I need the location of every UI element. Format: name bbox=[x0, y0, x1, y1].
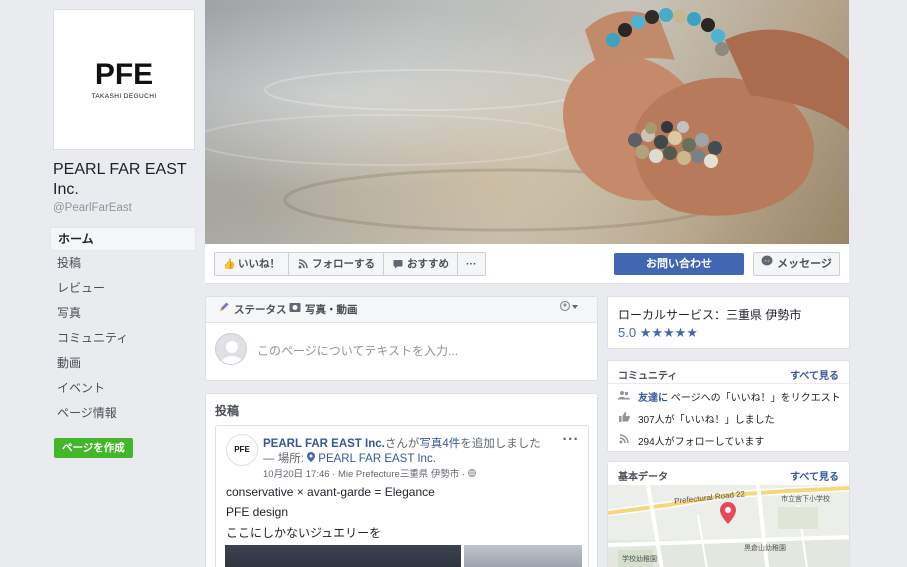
invite-friends-row: 友達に ページへの「いいね！」をリクエスト bbox=[618, 389, 841, 404]
follows-count[interactable]: 294人がフォローしています bbox=[638, 433, 764, 448]
posts-section-title: 投稿 bbox=[215, 404, 240, 418]
contact-us-button[interactable]: お問い合わせ bbox=[614, 253, 744, 275]
post-options-button[interactable]: ··· bbox=[562, 432, 579, 446]
post-card: PFE PEARL FAR EAST Inc.さんが写真4件を追加しました — … bbox=[215, 425, 589, 567]
post-text-line: ここにしかないジュエリーを bbox=[226, 526, 382, 540]
page-title[interactable]: PEARL FAR EAST Inc. bbox=[53, 160, 203, 200]
post-location-line: — 場所: PEARL FAR EAST Inc. bbox=[263, 450, 436, 466]
sidebar-item-home[interactable]: ホーム bbox=[50, 227, 196, 251]
post-meta: 10月20日 17:46 · Mie Prefecture三重県 伊勢市 · bbox=[263, 466, 476, 480]
divider bbox=[608, 383, 849, 384]
recommend-icon bbox=[392, 259, 403, 270]
post-composer: ステータス 写真・動画 このページについてテキストを入力... bbox=[205, 296, 598, 381]
post-author-link[interactable]: PEARL FAR EAST Inc. bbox=[263, 438, 385, 450]
composer-tabs: ステータス 写真・動画 bbox=[206, 297, 597, 323]
sidebar-item-about[interactable]: ページ情報 bbox=[50, 401, 196, 426]
messenger-icon bbox=[761, 253, 773, 275]
community-see-all-link[interactable]: すべて見る bbox=[790, 367, 839, 382]
message-button[interactable]: メッセージ bbox=[753, 252, 840, 276]
rss-follow-icon bbox=[618, 434, 630, 447]
likes-count[interactable]: 307人が「いいね！」しました bbox=[638, 411, 775, 426]
sidebar-item-videos[interactable]: 動画 bbox=[50, 351, 196, 376]
message-label: メッセージ bbox=[777, 258, 832, 270]
thumbs-up-icon: 👍 bbox=[223, 258, 236, 270]
rating-value: 5.0 bbox=[618, 325, 637, 340]
sidebar-item-posts[interactable]: 投稿 bbox=[50, 251, 196, 276]
follow-button[interactable]: フォローする bbox=[289, 253, 384, 275]
composer-input[interactable]: このページについてテキストを入力... bbox=[257, 342, 458, 359]
post-photo[interactable] bbox=[225, 545, 461, 567]
community-title: コミュニティ bbox=[618, 371, 678, 382]
tab-photo-video[interactable]: 写真・動画 bbox=[289, 297, 358, 323]
post-action-text: さんが bbox=[384, 438, 420, 450]
like-label: いいね！ bbox=[238, 258, 280, 270]
map-place-label: 学校幼稚園 bbox=[622, 556, 657, 563]
sidebar-item-reviews[interactable]: レビュー bbox=[50, 276, 196, 301]
post-timestamp[interactable]: 10月20日 17:46 · Mie Prefecture三重県 伊勢市 · bbox=[263, 469, 465, 480]
local-service-card: ローカルサービス：三重県 伊勢市 5.0 ★★★★★ bbox=[607, 296, 850, 349]
tab-status[interactable]: ステータス bbox=[218, 297, 287, 323]
page-handle[interactable]: @PearlFarEast bbox=[53, 202, 132, 214]
pencil-icon bbox=[218, 297, 230, 323]
recommend-label: おすすめ bbox=[407, 258, 449, 270]
camera-icon bbox=[289, 297, 301, 323]
like-button[interactable]: 👍 いいね！ bbox=[215, 253, 289, 275]
about-card: 基本データ すべて見る Prefectural Road 22 市立宮下小学校 … bbox=[607, 461, 850, 567]
rss-follow-icon bbox=[297, 258, 308, 270]
location-pin-icon bbox=[307, 452, 318, 465]
thumbs-up-icon bbox=[618, 412, 630, 425]
globe-icon bbox=[467, 469, 476, 480]
post-header: PEARL FAR EAST Inc.さんが写真4件を追加しました bbox=[263, 435, 541, 451]
logo-subtitle: TAKASHI DEGUCHI bbox=[91, 92, 157, 100]
status-tab-label: ステータス bbox=[234, 304, 287, 316]
post-text-line: conservative × avant-garde = Elegance bbox=[226, 485, 435, 499]
likes-row: 307人が「いいね！」しました bbox=[618, 411, 775, 426]
post-author-avatar[interactable]: PFE bbox=[226, 434, 258, 466]
rating-stars: ★★★★★ bbox=[639, 325, 698, 340]
friends-icon bbox=[618, 390, 630, 403]
invite-friends-link[interactable]: 友達に bbox=[638, 393, 668, 404]
more-options-button[interactable]: ··· bbox=[458, 253, 485, 275]
composer-avatar bbox=[215, 333, 247, 365]
post-location-link[interactable]: PEARL FAR EAST Inc. bbox=[318, 453, 436, 465]
more-label: ··· bbox=[466, 258, 477, 270]
map-place-label: 市立宮下小学校 bbox=[781, 496, 830, 503]
post-location-prefix: — 場所: bbox=[263, 453, 304, 465]
sidebar-item-events[interactable]: イベント bbox=[50, 376, 196, 401]
about-see-all-link[interactable]: すべて見る bbox=[790, 468, 839, 483]
local-service-title[interactable]: ローカルサービス：三重県 伊勢市 bbox=[618, 306, 801, 323]
photo-tab-label: 写真・動画 bbox=[305, 304, 358, 316]
follow-label: フォローする bbox=[312, 258, 375, 270]
post-photos-link[interactable]: 写真4件 bbox=[419, 438, 460, 450]
logo-text: PFE bbox=[94, 57, 154, 91]
cover-illustration bbox=[205, 8, 849, 232]
page-profile-picture[interactable]: PFE TAKASHI DEGUCHI bbox=[53, 9, 195, 150]
post-photo[interactable] bbox=[464, 545, 582, 567]
recommend-button[interactable]: おすすめ bbox=[384, 253, 458, 275]
cover-photo[interactable] bbox=[205, 0, 849, 244]
map-place-label: 黒倉山幼稚園 bbox=[744, 545, 786, 552]
rating[interactable]: 5.0 ★★★★★ bbox=[618, 325, 698, 341]
map-pin-icon[interactable] bbox=[720, 502, 736, 527]
posts-section: 投稿 PFE PEARL FAR EAST Inc.さんが写真4件を追加しました… bbox=[205, 393, 598, 567]
user-silhouette-icon bbox=[559, 297, 579, 323]
sidebar-nav: ホーム 投稿 レビュー 写真 コミュニティ 動画 イベント ページ情報 bbox=[50, 227, 196, 426]
invite-friends-text: ページへの「いいね！」をリクエスト bbox=[670, 393, 841, 404]
about-title: 基本データ bbox=[618, 472, 668, 483]
post-action-tail: を追加しました bbox=[460, 438, 541, 450]
sidebar-item-photos[interactable]: 写真 bbox=[50, 301, 196, 326]
sidebar-item-community[interactable]: コミュニティ bbox=[50, 326, 196, 351]
action-button-group: 👍 いいね！ フォローする おすすめ ··· bbox=[214, 252, 486, 276]
create-page-button[interactable]: ページを作成 bbox=[54, 438, 133, 458]
follows-row: 294人がフォローしています bbox=[618, 433, 764, 448]
page-action-bar: 👍 いいね！ フォローする おすすめ ··· お問い合わせ メッセージ bbox=[205, 244, 849, 284]
post-text-line: PFE design bbox=[226, 505, 289, 519]
location-map[interactable]: Prefectural Road 22 市立宮下小学校 黒倉山幼稚園 学校幼稚園 bbox=[608, 485, 849, 567]
community-card: コミュニティ すべて見る 友達に ページへの「いいね！」をリクエスト 307人が… bbox=[607, 360, 850, 452]
posting-as-selector[interactable] bbox=[559, 297, 579, 323]
